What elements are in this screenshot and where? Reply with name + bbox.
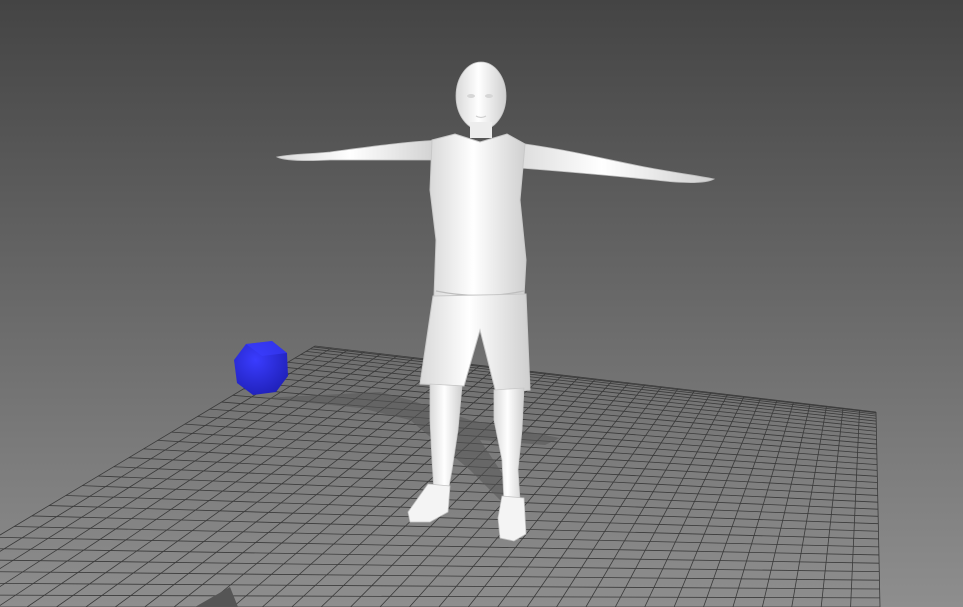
mannequin-head (455, 61, 507, 131)
right-shoe (497, 495, 527, 542)
3d-viewport[interactable] (0, 0, 963, 607)
mannequin-torso (429, 133, 527, 301)
